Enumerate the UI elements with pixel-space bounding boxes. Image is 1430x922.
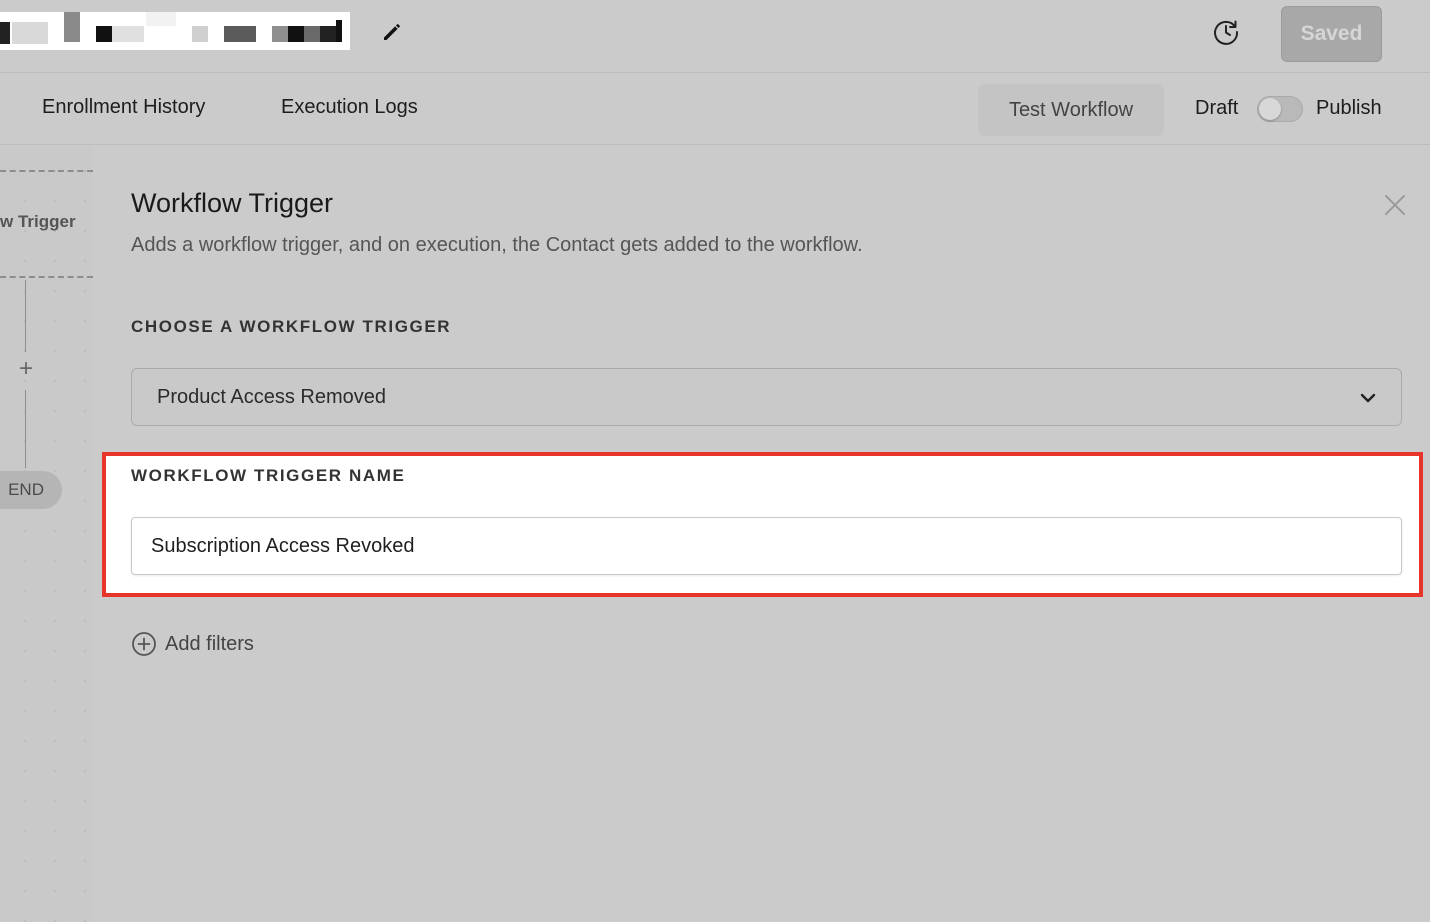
end-node: END bbox=[0, 471, 62, 509]
tab-execution-logs[interactable]: Execution Logs bbox=[281, 96, 418, 119]
trigger-node-top-border bbox=[0, 170, 93, 172]
workflow-title-redacted[interactable] bbox=[0, 12, 350, 50]
workflow-canvas[interactable]: w Trigger + END bbox=[0, 146, 93, 922]
close-icon[interactable] bbox=[1382, 192, 1408, 218]
trigger-name-input[interactable] bbox=[131, 517, 1402, 575]
draft-label: Draft bbox=[1195, 97, 1239, 119]
panel-description: Adds a workflow trigger, and on executio… bbox=[131, 234, 863, 256]
end-label: END bbox=[8, 480, 44, 499]
trigger-node-bottom-border bbox=[0, 276, 93, 278]
choose-trigger-label: CHOOSE A WORKFLOW TRIGGER bbox=[131, 317, 452, 336]
connector-line bbox=[25, 280, 26, 352]
trigger-select[interactable]: Product Access Removed bbox=[131, 368, 1402, 426]
trigger-name-highlight: WORKFLOW TRIGGER NAME bbox=[102, 452, 1423, 597]
chevron-down-icon bbox=[1360, 393, 1376, 403]
publish-toggle[interactable] bbox=[1257, 96, 1303, 122]
plus-icon[interactable]: + bbox=[14, 357, 38, 382]
toggle-knob bbox=[1259, 98, 1281, 120]
connector-line bbox=[25, 390, 26, 468]
pencil-icon[interactable] bbox=[380, 20, 404, 44]
workflow-subnav: Enrollment History Execution Logs Test W… bbox=[0, 74, 1430, 145]
trigger-node-label[interactable]: w Trigger bbox=[0, 212, 76, 232]
history-clock-icon[interactable] bbox=[1210, 16, 1242, 48]
add-filters-label: Add filters bbox=[165, 632, 254, 655]
test-workflow-button[interactable]: Test Workflow bbox=[978, 84, 1164, 136]
publish-label: Publish bbox=[1316, 97, 1382, 119]
plus-circle-icon bbox=[132, 632, 156, 656]
add-filters-button[interactable]: Add filters bbox=[131, 630, 254, 658]
trigger-select-value: Product Access Removed bbox=[157, 385, 386, 408]
saved-button[interactable]: Saved bbox=[1281, 6, 1382, 62]
tab-enrollment-history[interactable]: Enrollment History bbox=[42, 96, 205, 119]
trigger-name-label: WORKFLOW TRIGGER NAME bbox=[131, 466, 406, 485]
top-bar: Saved bbox=[0, 0, 1430, 73]
panel-title: Workflow Trigger bbox=[131, 188, 334, 218]
